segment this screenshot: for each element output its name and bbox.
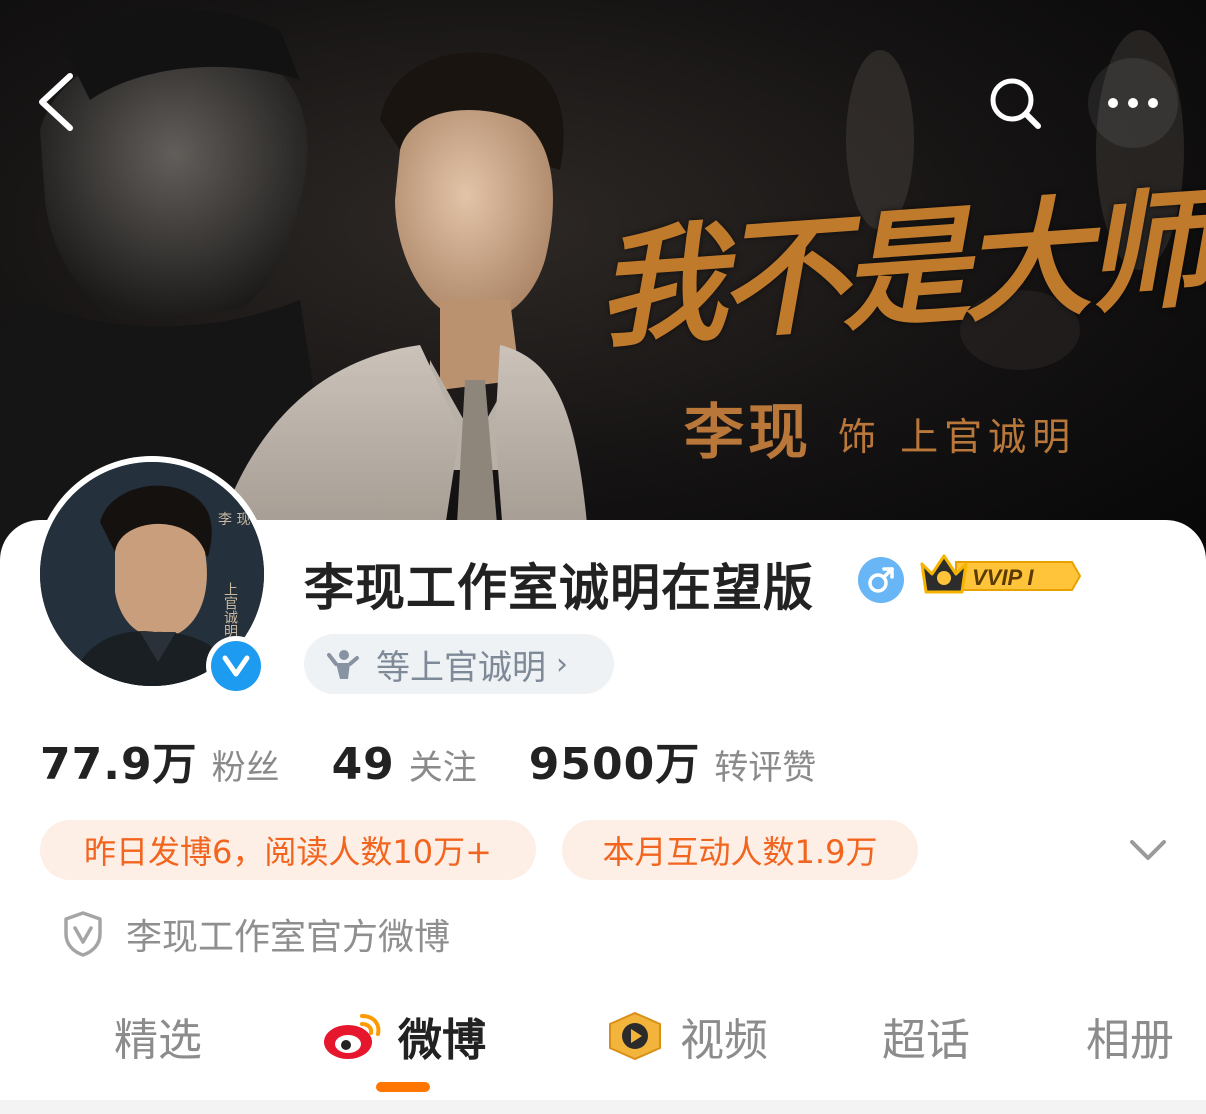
video-play-icon — [609, 1011, 661, 1061]
expand-button[interactable] — [1124, 830, 1172, 870]
avatar-caption-1: 李 现 — [218, 512, 250, 528]
profile-name: 李现工作室诚明在望版 — [304, 559, 814, 617]
tab-weibo[interactable]: 微博 — [322, 996, 486, 1076]
more-button[interactable] — [1088, 58, 1178, 148]
search-icon — [990, 78, 1041, 129]
avatar-caption-2: 上官诚明 — [222, 582, 238, 639]
profile-tabs: 精选 微博 视频 超话 相册 — [0, 996, 1206, 1084]
chevron-down-icon — [1130, 840, 1166, 860]
more-horizontal-icon — [1108, 98, 1158, 108]
poster-title: 我不是大师 — [591, 174, 1206, 367]
official-verification[interactable]: 李现工作室官方微博 — [62, 908, 450, 960]
poster-role-name: 饰 上官诚明 — [838, 415, 1077, 459]
active-tab-indicator — [376, 1082, 430, 1092]
tab-video[interactable]: 视频 — [604, 996, 768, 1076]
stat-engagement-value: 9500万 — [528, 739, 701, 790]
chevron-left-icon — [39, 73, 73, 131]
verified-badge — [206, 636, 266, 696]
tab-weibo-label: 微博 — [398, 1015, 486, 1066]
person-waving-icon — [327, 650, 359, 679]
male-gender-icon — [858, 557, 904, 603]
search-button[interactable] — [974, 62, 1058, 146]
posts-reads-chip[interactable]: 昨日发博6，阅读人数10万+ — [40, 820, 536, 880]
tab-featured[interactable]: 精选 — [114, 996, 202, 1076]
tab-supertopic[interactable]: 超话 — [882, 996, 970, 1076]
tab-video-label: 视频 — [680, 1015, 768, 1066]
stat-following[interactable]: 49 关注 — [332, 739, 477, 790]
stat-followers-value: 77.9万 — [40, 739, 198, 790]
stat-engagement[interactable]: 9500万 转评赞 — [529, 728, 816, 792]
stat-followers-label: 粉丝 — [211, 748, 280, 788]
vvip-label: VVIP I — [972, 565, 1034, 590]
tab-supertopic-label: 超话 — [882, 1015, 970, 1066]
tab-featured-label: 精选 — [114, 1015, 202, 1066]
stat-following-label: 关注 — [408, 748, 477, 788]
profile-stats: 77.9万 粉丝 49 关注 9500万 转评赞 — [40, 728, 868, 792]
stat-following-value: 49 — [331, 739, 395, 790]
role-pill-label: 等上官诚明 — [376, 647, 546, 688]
shield-icon — [64, 911, 102, 957]
role-pill[interactable]: 等上官诚明 › — [304, 634, 614, 694]
back-button[interactable] — [24, 62, 88, 142]
verified-v-icon — [222, 655, 250, 677]
stat-engagement-label: 转评赞 — [714, 748, 817, 788]
vvip-crown-icon: VVIP I — [920, 554, 1082, 594]
weibo-logo-icon — [324, 1014, 381, 1059]
vvip-badge[interactable]: VVIP I — [916, 548, 1082, 608]
divider — [0, 1100, 1206, 1114]
poster-actor-name: 李现 — [684, 398, 812, 468]
tab-album[interactable]: 相册 — [1086, 996, 1174, 1076]
stat-followers[interactable]: 77.9万 粉丝 — [40, 728, 280, 792]
interactions-chip[interactable]: 本月互动人数1.9万 — [562, 820, 918, 880]
official-label: 李现工作室官方微博 — [126, 917, 451, 958]
tab-album-label: 相册 — [1086, 1015, 1174, 1066]
chevron-right-icon: › — [556, 646, 568, 682]
